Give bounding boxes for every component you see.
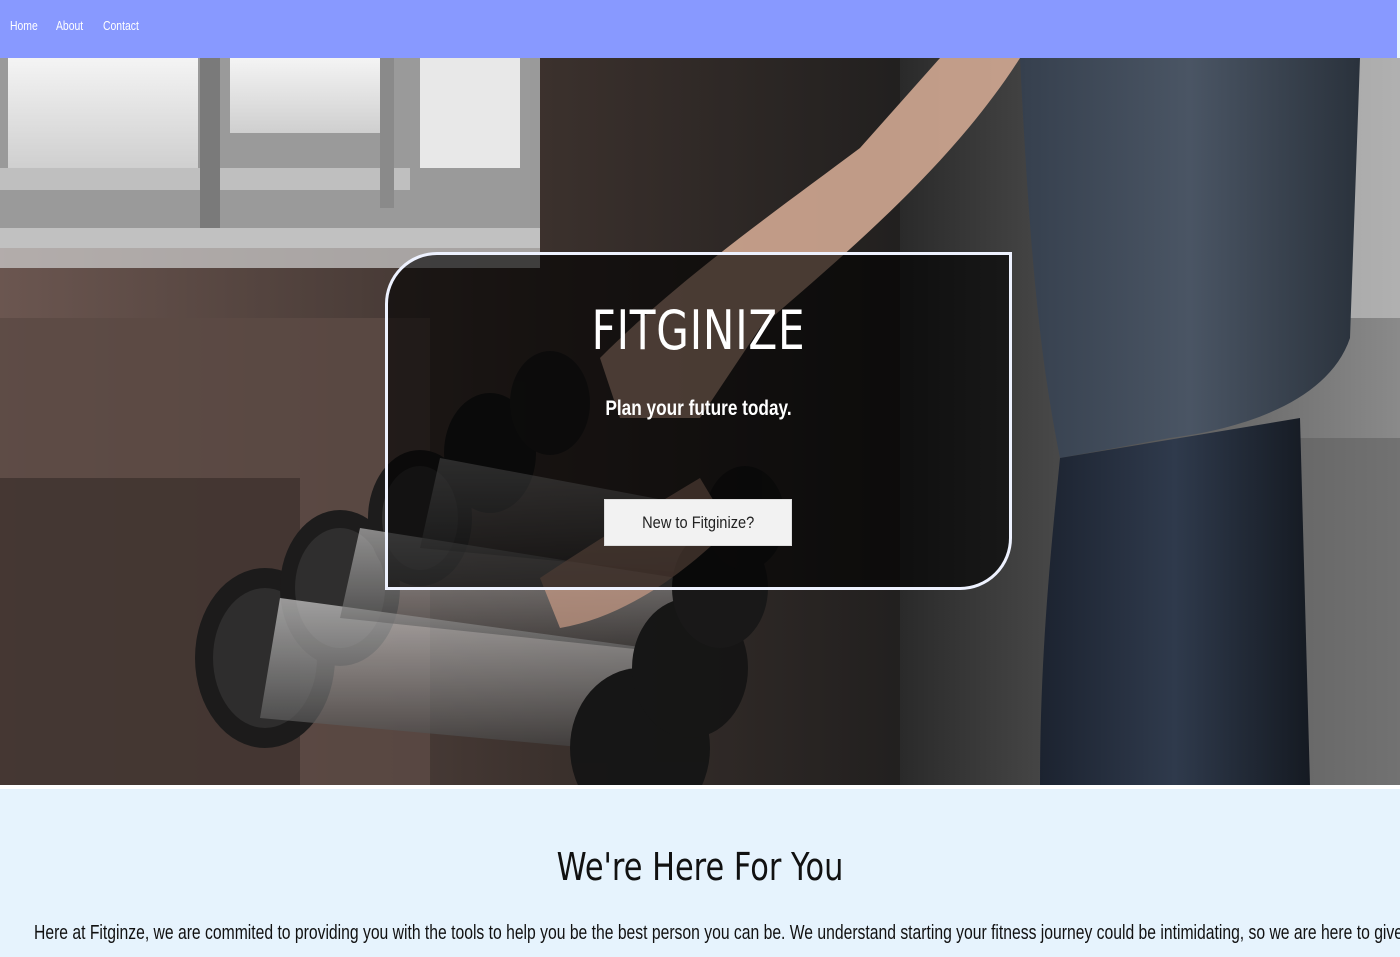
nav-contact-link[interactable]: Contact	[103, 18, 139, 33]
top-navbar: Home About Contact	[0, 0, 1397, 58]
nav-about-link[interactable]: About	[56, 18, 83, 33]
about-description: Here at Fitginze, we are commited to pro…	[34, 922, 1400, 944]
about-heading: We're Here For You	[556, 845, 844, 889]
hero-card: FITGINIZE Plan your future today. New to…	[385, 252, 1012, 590]
hero-tagline: Plan your future today.	[605, 397, 792, 420]
about-section: We're Here For You Here at Fitginze, we …	[0, 789, 1400, 957]
new-to-fitginize-button[interactable]: New to Fitginize?	[604, 499, 792, 546]
nav-home-link[interactable]: Home	[10, 18, 38, 33]
hero-title: FITGINIZE	[591, 299, 806, 362]
hero-section: FITGINIZE Plan your future today. New to…	[0, 58, 1400, 785]
new-to-fitginize-button-label: New to Fitginize?	[641, 512, 755, 532]
